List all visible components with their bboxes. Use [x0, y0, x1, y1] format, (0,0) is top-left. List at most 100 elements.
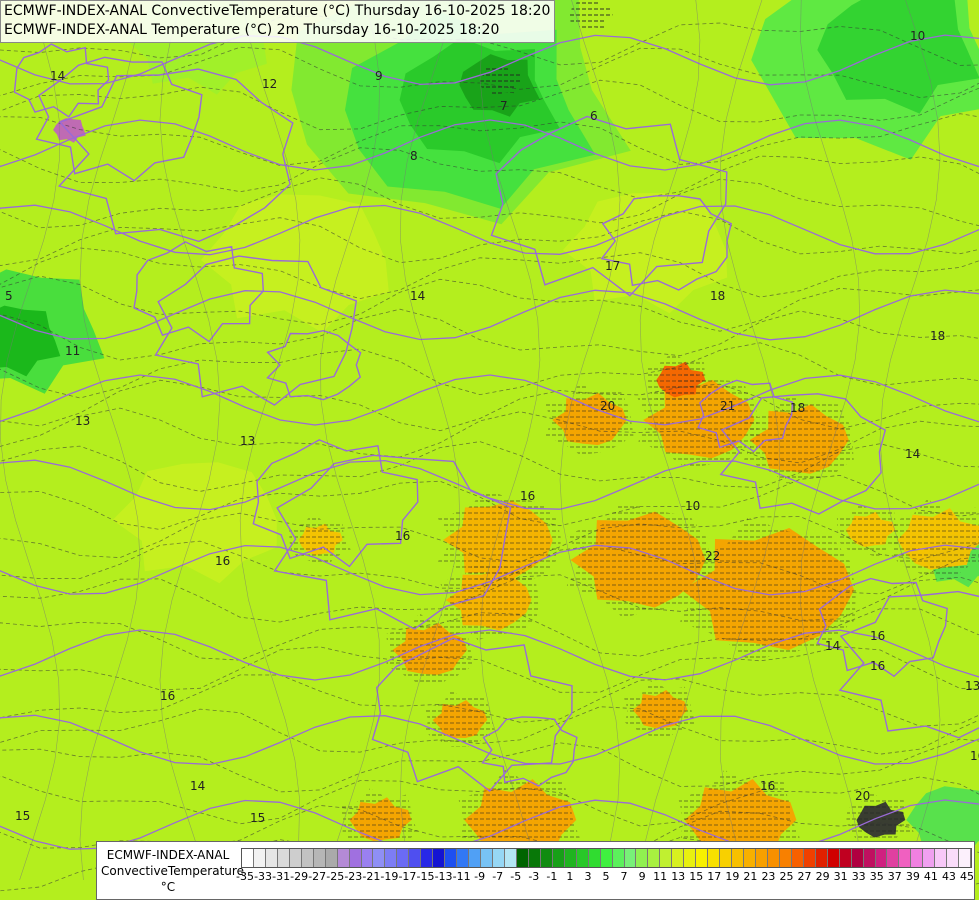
contour-label: 16	[520, 489, 535, 503]
legend-title: ECMWF-INDEX-ANAL ConvectiveTemperature °…	[101, 847, 244, 895]
contour-label: 16	[870, 659, 885, 673]
contour-label: 8	[410, 149, 418, 163]
legend-swatch	[767, 849, 780, 867]
contour-label: 10	[910, 29, 925, 43]
legend-title-line-1: ECMWF-INDEX-ANAL	[106, 848, 230, 862]
contour-label: 16	[970, 749, 979, 763]
color-legend: ECMWF-INDEX-ANAL ConvectiveTemperature °…	[96, 841, 975, 900]
legend-unit: °C	[160, 880, 176, 894]
legend-tick: 21	[743, 870, 758, 883]
contour-label: 9	[375, 69, 383, 83]
legend-tick: -27	[308, 870, 327, 883]
legend-tick: -31	[272, 870, 291, 883]
legend-tick: 15	[689, 870, 704, 883]
legend-swatch	[528, 849, 541, 867]
contour-label: 12	[262, 77, 277, 91]
legend-tick: 19	[725, 870, 740, 883]
legend-tick: 13	[671, 870, 686, 883]
contour-label: 14	[410, 289, 425, 303]
legend-tick: 39	[905, 870, 920, 883]
legend-swatch	[732, 849, 745, 867]
contour-label: 17	[605, 259, 620, 273]
legend-swatch	[803, 849, 816, 867]
contour-label: 20	[600, 399, 615, 413]
legend-tick: -5	[510, 870, 522, 883]
legend-swatch	[277, 849, 290, 867]
legend-swatch	[457, 849, 470, 867]
legend-tick: -23	[344, 870, 363, 883]
legend-swatch	[588, 849, 601, 867]
contour-label: 18	[710, 289, 725, 303]
legend-swatch	[648, 849, 661, 867]
legend-tick: -9	[474, 870, 486, 883]
legend-tick: 17	[707, 870, 722, 883]
legend-tick: -13	[434, 870, 453, 883]
legend-tick: 5	[602, 870, 610, 883]
contour-label: 16	[160, 689, 175, 703]
legend-swatch	[684, 849, 697, 867]
contour-label: 15	[250, 811, 265, 825]
legend-swatch	[337, 849, 350, 867]
contour-label: 13	[75, 414, 90, 428]
legend-swatch	[863, 849, 876, 867]
legend-tick: 35	[869, 870, 884, 883]
map-canvas: 1412109876511131516171820 212214161316161…	[0, 0, 979, 900]
legend-tick: -15	[416, 870, 435, 883]
legend-swatch	[815, 849, 828, 867]
legend-tick: -19	[380, 870, 399, 883]
contour-label: 5	[5, 289, 13, 303]
contour-label: 14	[50, 69, 65, 83]
legend-swatch	[325, 849, 338, 867]
legend-swatch	[421, 849, 434, 867]
legend-swatch	[265, 849, 278, 867]
legend-tick: -3	[528, 870, 540, 883]
legend-tick: -35	[236, 870, 254, 883]
legend-swatch	[839, 849, 852, 867]
legend-tick: 31	[833, 870, 848, 883]
legend-tick: 3	[584, 870, 592, 883]
legend-tick: -11	[452, 870, 471, 883]
legend-swatch	[600, 849, 613, 867]
contour-label: 18	[930, 329, 945, 343]
legend-tick: -29	[290, 870, 309, 883]
legend-swatch	[851, 849, 864, 867]
contour-label: 16	[760, 779, 775, 793]
legend-tick: 45	[960, 870, 974, 883]
legend-swatch	[720, 849, 733, 867]
legend-swatch	[576, 849, 589, 867]
legend-tick: -21	[362, 870, 381, 883]
legend-tick-labels: -35 -33 -31 -29 -27 -25 -23 -21 -19 -17 -15 -13 -11-…	[236, 870, 974, 888]
legend-tick: 41	[923, 870, 938, 883]
legend-swatch	[791, 849, 804, 867]
legend-swatch	[397, 849, 410, 867]
legend-swatch	[242, 849, 254, 867]
contour-label: 20	[855, 789, 870, 803]
legend-swatch	[445, 849, 458, 867]
contour-label: 14	[905, 447, 920, 461]
legend-swatch	[672, 849, 685, 867]
legend-tick: 9	[638, 870, 646, 883]
legend-swatch	[744, 849, 756, 867]
legend-swatch	[911, 849, 924, 867]
contour-label: 21	[720, 399, 735, 413]
legend-swatch	[887, 849, 900, 867]
legend-swatch	[708, 849, 721, 867]
contour-label: 6	[590, 109, 598, 123]
contour-label: 16	[215, 554, 230, 568]
contour-label: 13	[240, 434, 255, 448]
legend-swatch	[516, 849, 529, 867]
legend-swatch	[899, 849, 912, 867]
legend-tick: 1	[566, 870, 574, 883]
legend-swatch	[552, 849, 565, 867]
legend-swatch	[504, 849, 517, 867]
legend-swatch	[959, 849, 972, 867]
legend-title-line-2: ConvectiveTemperature	[101, 864, 244, 878]
legend-swatch	[469, 849, 482, 867]
legend-swatch	[696, 849, 709, 867]
contour-label: 11	[65, 344, 80, 358]
legend-swatch	[301, 849, 314, 867]
title-line-1: ECMWF-INDEX-ANAL ConvectiveTemperature (…	[4, 3, 551, 19]
legend-swatch	[385, 849, 398, 867]
legend-swatch	[564, 849, 577, 867]
legend-swatch	[373, 849, 386, 867]
